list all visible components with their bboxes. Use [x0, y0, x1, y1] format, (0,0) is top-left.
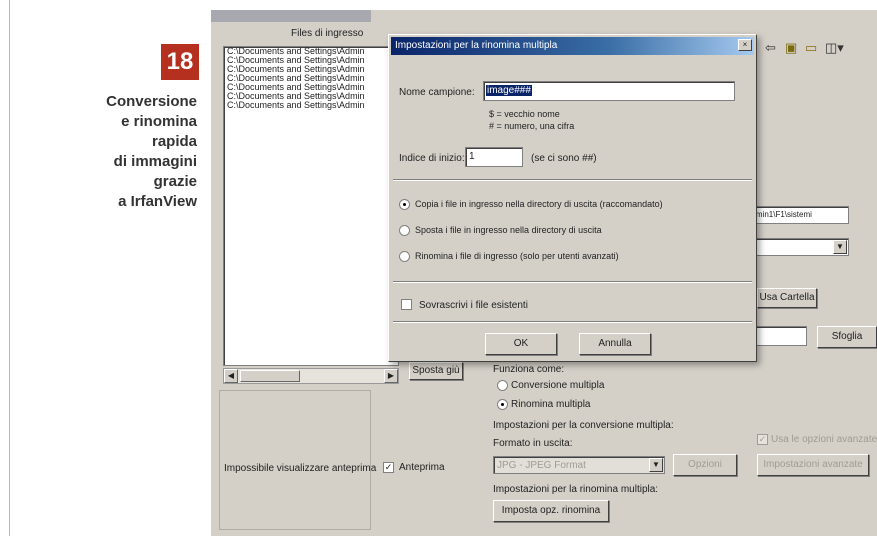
caption-line: rapida [151, 133, 197, 150]
copy-files-radio[interactable] [399, 199, 410, 210]
preview-checkbox[interactable]: ✓ [383, 462, 394, 473]
caption-line: a IrfanView [118, 193, 197, 210]
multiple-rename-radio[interactable] [497, 399, 508, 410]
conversion-settings-label: Impostazioni per la conversione multipla… [493, 420, 674, 431]
chevron-down-icon[interactable]: ▼ [833, 240, 847, 254]
preview-label: Anteprima [399, 462, 445, 473]
use-advanced-label: Usa le opzioni avanzate [771, 434, 877, 445]
hint-old-name: $ = vecchio nome [489, 109, 560, 119]
window-title-bar [211, 10, 371, 22]
overwrite-checkbox[interactable] [401, 299, 412, 310]
use-advanced-checkbox[interactable]: ✓ [757, 434, 768, 445]
browse-button[interactable]: Sfoglia [817, 326, 877, 348]
ok-button[interactable]: OK [485, 333, 557, 355]
list-item[interactable]: C:\Documents and Settings\Admin [224, 83, 398, 92]
copy-files-label: Copia i file in ingresso nella directory… [415, 199, 663, 209]
start-index-hint: (se ci sono ##) [531, 153, 597, 164]
step-number-badge: 18 [161, 44, 199, 80]
use-current-dir-button[interactable]: Usa Cartella [757, 288, 817, 308]
rename-files-label: Rinomina i file di ingresso (solo per ut… [415, 251, 619, 261]
arrow-icon[interactable]: ⇦ [765, 40, 776, 56]
move-files-radio[interactable] [399, 225, 410, 236]
start-index-input[interactable]: 1 [465, 147, 523, 167]
list-item[interactable]: C:\Documents and Settings\Admin [224, 65, 398, 74]
caption-line: Conversione [106, 93, 197, 110]
output-format-select[interactable]: JPG - JPEG Format ▼ [493, 456, 665, 474]
divider [393, 179, 752, 181]
close-icon[interactable]: × [738, 39, 752, 51]
name-pattern-value: image### [486, 85, 532, 96]
multiple-rename-label: Rinomina multipla [511, 399, 591, 410]
cancel-button[interactable]: Annulla [579, 333, 651, 355]
thumbnail-icon[interactable]: ▣ [785, 40, 797, 56]
rename-files-radio[interactable] [399, 251, 410, 262]
figure-caption: Conversione e rinomina rapida di immagin… [47, 92, 197, 212]
page-frame [0, 0, 10, 536]
caption-line: e rinomina [121, 113, 197, 130]
rename-settings-label: Impostazioni per la rinomina multipla: [493, 484, 659, 495]
irfanview-batch-window: Files di ingresso C:\Documents and Setti… [211, 10, 877, 536]
output-combo[interactable]: ▼ [743, 238, 849, 256]
scroll-right-icon[interactable]: ▶ [384, 369, 398, 383]
start-index-label: Indice di inizio: [399, 153, 465, 164]
input-file-list[interactable]: C:\Documents and Settings\Admin C:\Docum… [223, 46, 399, 366]
dialog-title-bar: Impostazioni per la rinomina multipla [391, 37, 754, 55]
list-item[interactable]: C:\Documents and Settings\Admin [224, 92, 398, 101]
list-item[interactable]: C:\Documents and Settings\Admin [224, 56, 398, 65]
divider [393, 321, 752, 323]
rename-settings-dialog: Impostazioni per la rinomina multipla × … [388, 34, 757, 362]
chevron-down-icon[interactable]: ▼ [649, 458, 663, 472]
list-item[interactable]: C:\Documents and Settings\Admin [224, 47, 398, 56]
folder-icon[interactable]: ▭ [805, 40, 817, 56]
name-pattern-label: Nome campione: [399, 87, 475, 98]
caption-line: di immagini [113, 153, 197, 170]
output-format-value: JPG - JPEG Format [497, 460, 586, 471]
overwrite-label: Sovrascrivi i file esistenti [419, 300, 528, 311]
list-item[interactable]: C:\Documents and Settings\Admin [224, 101, 398, 110]
scroll-thumb[interactable] [240, 370, 300, 382]
rename-options-button[interactable]: Imposta opz. rinomina [493, 500, 609, 522]
output-format-label: Formato in uscita: [493, 438, 573, 449]
multiple-conversion-label: Conversione multipla [511, 380, 605, 391]
divider [393, 281, 752, 283]
output-directory-field[interactable]: admin1\F1\sistemi [743, 206, 849, 224]
view-menu-icon[interactable]: ◫▾ [825, 40, 844, 56]
horizontal-scrollbar[interactable]: ◀ ▶ [223, 368, 399, 384]
scroll-left-icon[interactable]: ◀ [224, 369, 238, 383]
no-preview-text: Impossibile visualizzare anteprima [224, 463, 377, 474]
list-item[interactable]: C:\Documents and Settings\Admin [224, 74, 398, 83]
move-down-button[interactable]: Sposta giù [409, 362, 463, 380]
caption-line: grazie [153, 173, 197, 190]
advanced-settings-button[interactable]: Impostazioni avanzate [757, 454, 869, 476]
input-files-label: Files di ingresso [291, 28, 364, 39]
move-files-label: Sposta i file in ingresso nella director… [415, 225, 602, 235]
dialog-title: Impostazioni per la rinomina multipla [395, 40, 558, 51]
name-pattern-input[interactable]: image### [483, 81, 735, 101]
work-as-label: Funziona come: [493, 364, 565, 375]
hint-number: # = numero, una cifra [489, 121, 575, 131]
multiple-conversion-radio[interactable] [497, 380, 508, 391]
options-button[interactable]: Opzioni [673, 454, 737, 476]
preview-panel: Impossibile visualizzare anteprima [219, 390, 376, 530]
